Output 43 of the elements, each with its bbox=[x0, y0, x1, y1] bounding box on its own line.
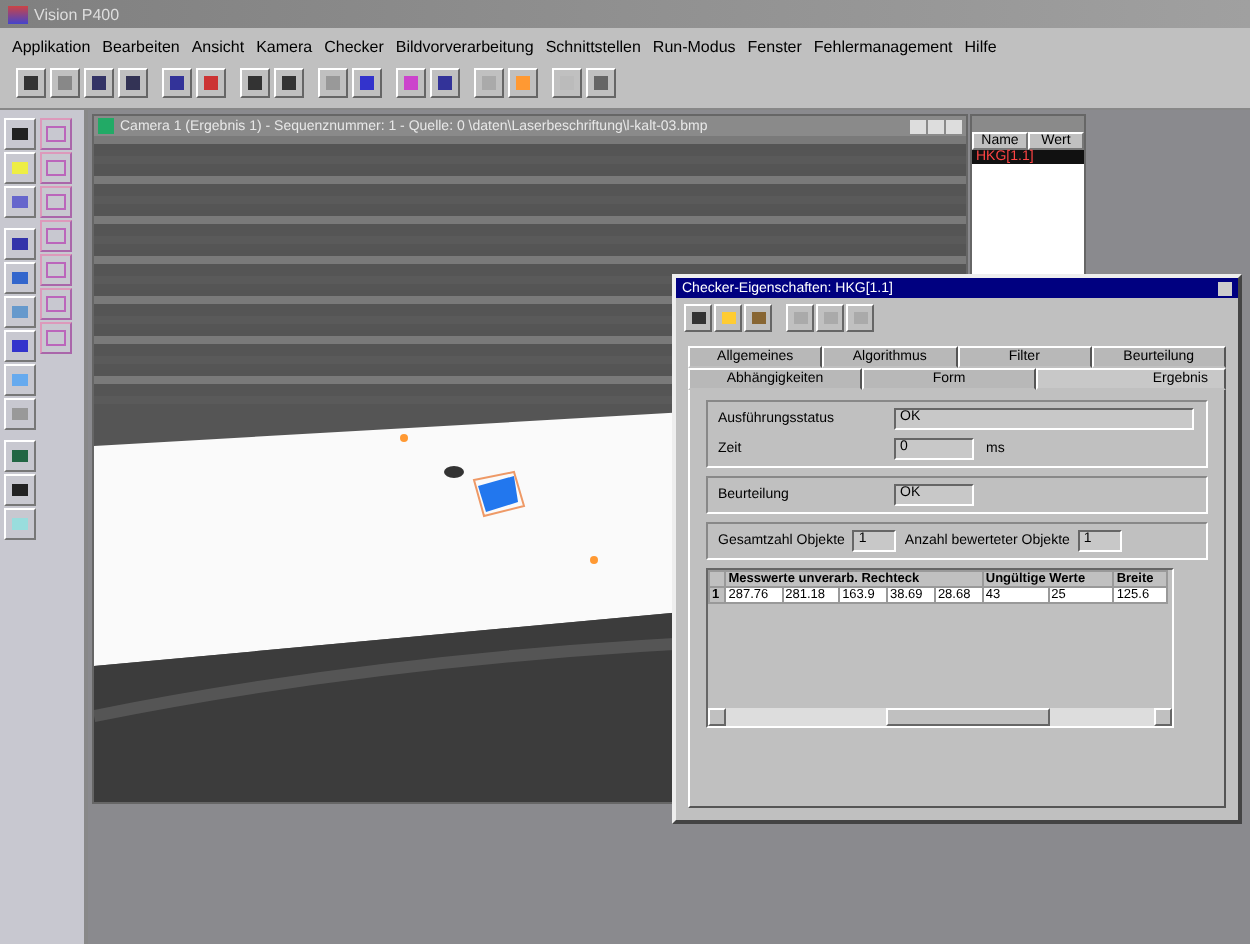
menu-item[interactable]: Fehlermanagement bbox=[813, 37, 953, 55]
menu-item[interactable]: Fenster bbox=[747, 37, 802, 55]
horizontal-scrollbar[interactable] bbox=[708, 708, 1172, 726]
toolbar-icon[interactable] bbox=[586, 68, 616, 98]
menu-item[interactable]: Checker bbox=[324, 37, 384, 55]
toolbar-icon[interactable] bbox=[430, 68, 460, 98]
toolbar-icon[interactable] bbox=[16, 68, 46, 98]
toolbar-icon[interactable] bbox=[744, 304, 772, 332]
toolbar-icon[interactable] bbox=[714, 304, 742, 332]
menu-item[interactable]: Bildvorverarbeitung bbox=[395, 37, 534, 55]
tool-icon[interactable] bbox=[4, 440, 36, 472]
window-icon bbox=[98, 118, 114, 134]
toolbar-icon[interactable] bbox=[352, 68, 382, 98]
toolbar-icon[interactable] bbox=[552, 68, 582, 98]
window-title: Vision P400 bbox=[34, 5, 120, 23]
tool-icon[interactable] bbox=[4, 228, 36, 260]
toolbar-icon[interactable] bbox=[118, 68, 148, 98]
toolbar-icon[interactable] bbox=[240, 68, 270, 98]
toolbar-icon[interactable] bbox=[684, 304, 712, 332]
tool-icon[interactable] bbox=[4, 118, 36, 150]
toolbar-icon[interactable] bbox=[786, 304, 814, 332]
menu-item[interactable]: Bearbeiten bbox=[102, 37, 180, 55]
toolbar-icon[interactable] bbox=[162, 68, 192, 98]
toolbar-icon[interactable] bbox=[50, 68, 80, 98]
window-title-bar bbox=[972, 116, 1084, 132]
toolbar-icon[interactable] bbox=[508, 68, 538, 98]
toolbar-icon[interactable] bbox=[816, 304, 844, 332]
menu-item[interactable]: Run-Modus bbox=[652, 37, 736, 55]
toolbar-icon[interactable] bbox=[84, 68, 114, 98]
toolbar-icon[interactable] bbox=[474, 68, 504, 98]
menu-item[interactable]: Hilfe bbox=[964, 37, 997, 55]
tool-icon[interactable] bbox=[4, 330, 36, 362]
tool-icon[interactable] bbox=[4, 474, 36, 506]
toolbar-icon[interactable] bbox=[196, 68, 226, 98]
toolbar-icon[interactable] bbox=[846, 304, 874, 332]
menu-item[interactable]: Applikation bbox=[12, 37, 91, 55]
toolbar-icon[interactable] bbox=[396, 68, 426, 98]
menu-item[interactable]: Ansicht bbox=[191, 37, 245, 55]
app-icon bbox=[8, 5, 28, 23]
menu-item[interactable]: Kamera bbox=[256, 37, 313, 55]
toolbar-icon[interactable] bbox=[274, 68, 304, 98]
menu-item[interactable]: Schnittstellen bbox=[545, 37, 641, 55]
toolbar-icon[interactable] bbox=[318, 68, 348, 98]
